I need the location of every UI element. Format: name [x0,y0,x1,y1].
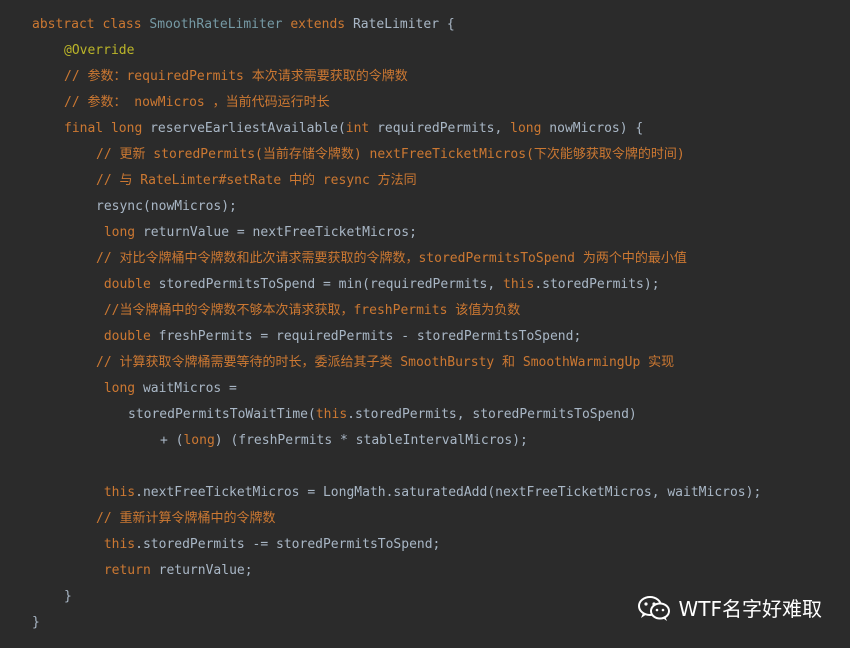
code-line: // 重新计算令牌桶中的令牌数 [96,506,275,532]
code-token: // 参数：requiredPermits 本次请求需要获取的令牌数 [64,69,408,84]
code-token: + ( [160,433,184,448]
code-token: storedPermitsToWaitTime( [128,407,316,422]
code-line: + (long) (freshPermits * stableIntervalM… [160,428,528,454]
code-token: // 对比令牌桶中令牌数和此次请求需要获取的令牌数，storedPermitsT… [96,251,687,266]
code-line: return returnValue; [96,558,253,584]
code-line: } [64,584,72,610]
code-token: nowMicros) { [549,121,644,136]
watermark-text: WTF名字好难取 [678,597,823,621]
code-token: long [110,121,151,136]
code-token: //当令牌桶中的令牌数不够本次请求获取，freshPermits 该值为负数 [96,303,521,318]
watermark: WTF名字好难取 [637,593,823,622]
code-token: // 重新计算令牌桶中的令牌数 [96,511,276,526]
code-token: extends [290,17,353,32]
code-line: abstract class SmoothRateLimiter extends… [32,12,455,38]
code-token: this [503,277,535,292]
code-token: } [32,615,40,630]
code-line: this.nextFreeTicketMicros = LongMath.sat… [96,480,761,506]
code-token: this [315,407,348,422]
code-token: class [102,17,150,32]
code-token: long [510,121,550,136]
code-token: double [96,277,159,292]
code-token: // 与 RateLimter#setRate 中的 resync 方法同 [96,173,417,188]
code-token: abstract [32,17,103,32]
code-token: long [183,433,215,448]
code-token: freshPermits = requiredPermits - storedP… [158,329,582,344]
code-token: // 参数： nowMicros ，当前代码运行时长 [64,95,330,110]
code-token: // 计算获取令牌桶需要等待的时长，委派给其子类 SmoothBursty 和 … [96,355,675,370]
code-token: requiredPermits, [377,121,511,136]
code-line: long returnValue = nextFreeTicketMicros; [96,220,417,246]
code-line: // 计算获取令牌桶需要等待的时长，委派给其子类 SmoothBursty 和 … [96,350,674,376]
code-token: RateLimiter { [352,17,455,32]
code-line: double storedPermitsToSpend = min(requir… [96,272,660,298]
code-token: long [96,225,143,240]
code-token: @Override [64,43,135,58]
code-token: reserveEarliestAvailable( [150,121,346,136]
code-line: long waitMicros = [96,376,237,402]
code-line: storedPermitsToWaitTime(this.storedPermi… [128,402,637,428]
code-editor: abstract class SmoothRateLimiter extends… [0,0,850,648]
code-token: return [96,563,159,578]
code-token: .nextFreeTicketMicros = LongMath.saturat… [135,485,762,500]
code-token: long [96,381,143,396]
code-line: double freshPermits = requiredPermits - … [96,324,581,350]
code-token: final [64,121,111,136]
code-token: int [345,121,378,136]
code-token: .storedPermits -= storedPermitsToSpend; [135,537,441,552]
code-token: this [96,537,136,552]
code-token: resync(nowMicros); [96,199,237,214]
code-token: returnValue; [158,563,253,578]
code-line: // 与 RateLimter#setRate 中的 resync 方法同 [96,168,417,194]
code-line: //当令牌桶中的令牌数不够本次请求获取，freshPermits 该值为负数 [96,298,520,324]
code-line: } [32,610,40,636]
code-line: resync(nowMicros); [96,194,237,220]
code-token: SmoothRateLimiter [149,17,291,32]
code-line: // 参数： nowMicros ，当前代码运行时长 [64,90,330,116]
code-token: double [96,329,159,344]
code-token: this [96,485,136,500]
code-line: // 更新 storedPermits(当前存储令牌数) nextFreeTic… [96,142,685,168]
code-line: @Override [64,38,134,64]
code-token: storedPermitsToSpend = min(requiredPermi… [158,277,503,292]
code-line: this.storedPermits -= storedPermitsToSpe… [96,532,441,558]
wechat-icon [637,595,670,621]
code-line: final long reserveEarliestAvailable(int … [64,116,643,142]
code-token: .storedPermits); [534,277,660,292]
code-token: .storedPermits, storedPermitsToSpend) [347,407,637,422]
code-token: waitMicros = [142,381,237,396]
code-token: returnValue = nextFreeTicketMicros; [142,225,417,240]
code-line: // 参数：requiredPermits 本次请求需要获取的令牌数 [64,64,408,90]
code-token: ) (freshPermits * stableIntervalMicros); [214,433,528,448]
code-token: } [64,589,72,604]
code-line: // 对比令牌桶中令牌数和此次请求需要获取的令牌数，storedPermitsT… [96,246,687,272]
code-token: // 更新 storedPermits(当前存储令牌数) nextFreeTic… [96,147,685,162]
